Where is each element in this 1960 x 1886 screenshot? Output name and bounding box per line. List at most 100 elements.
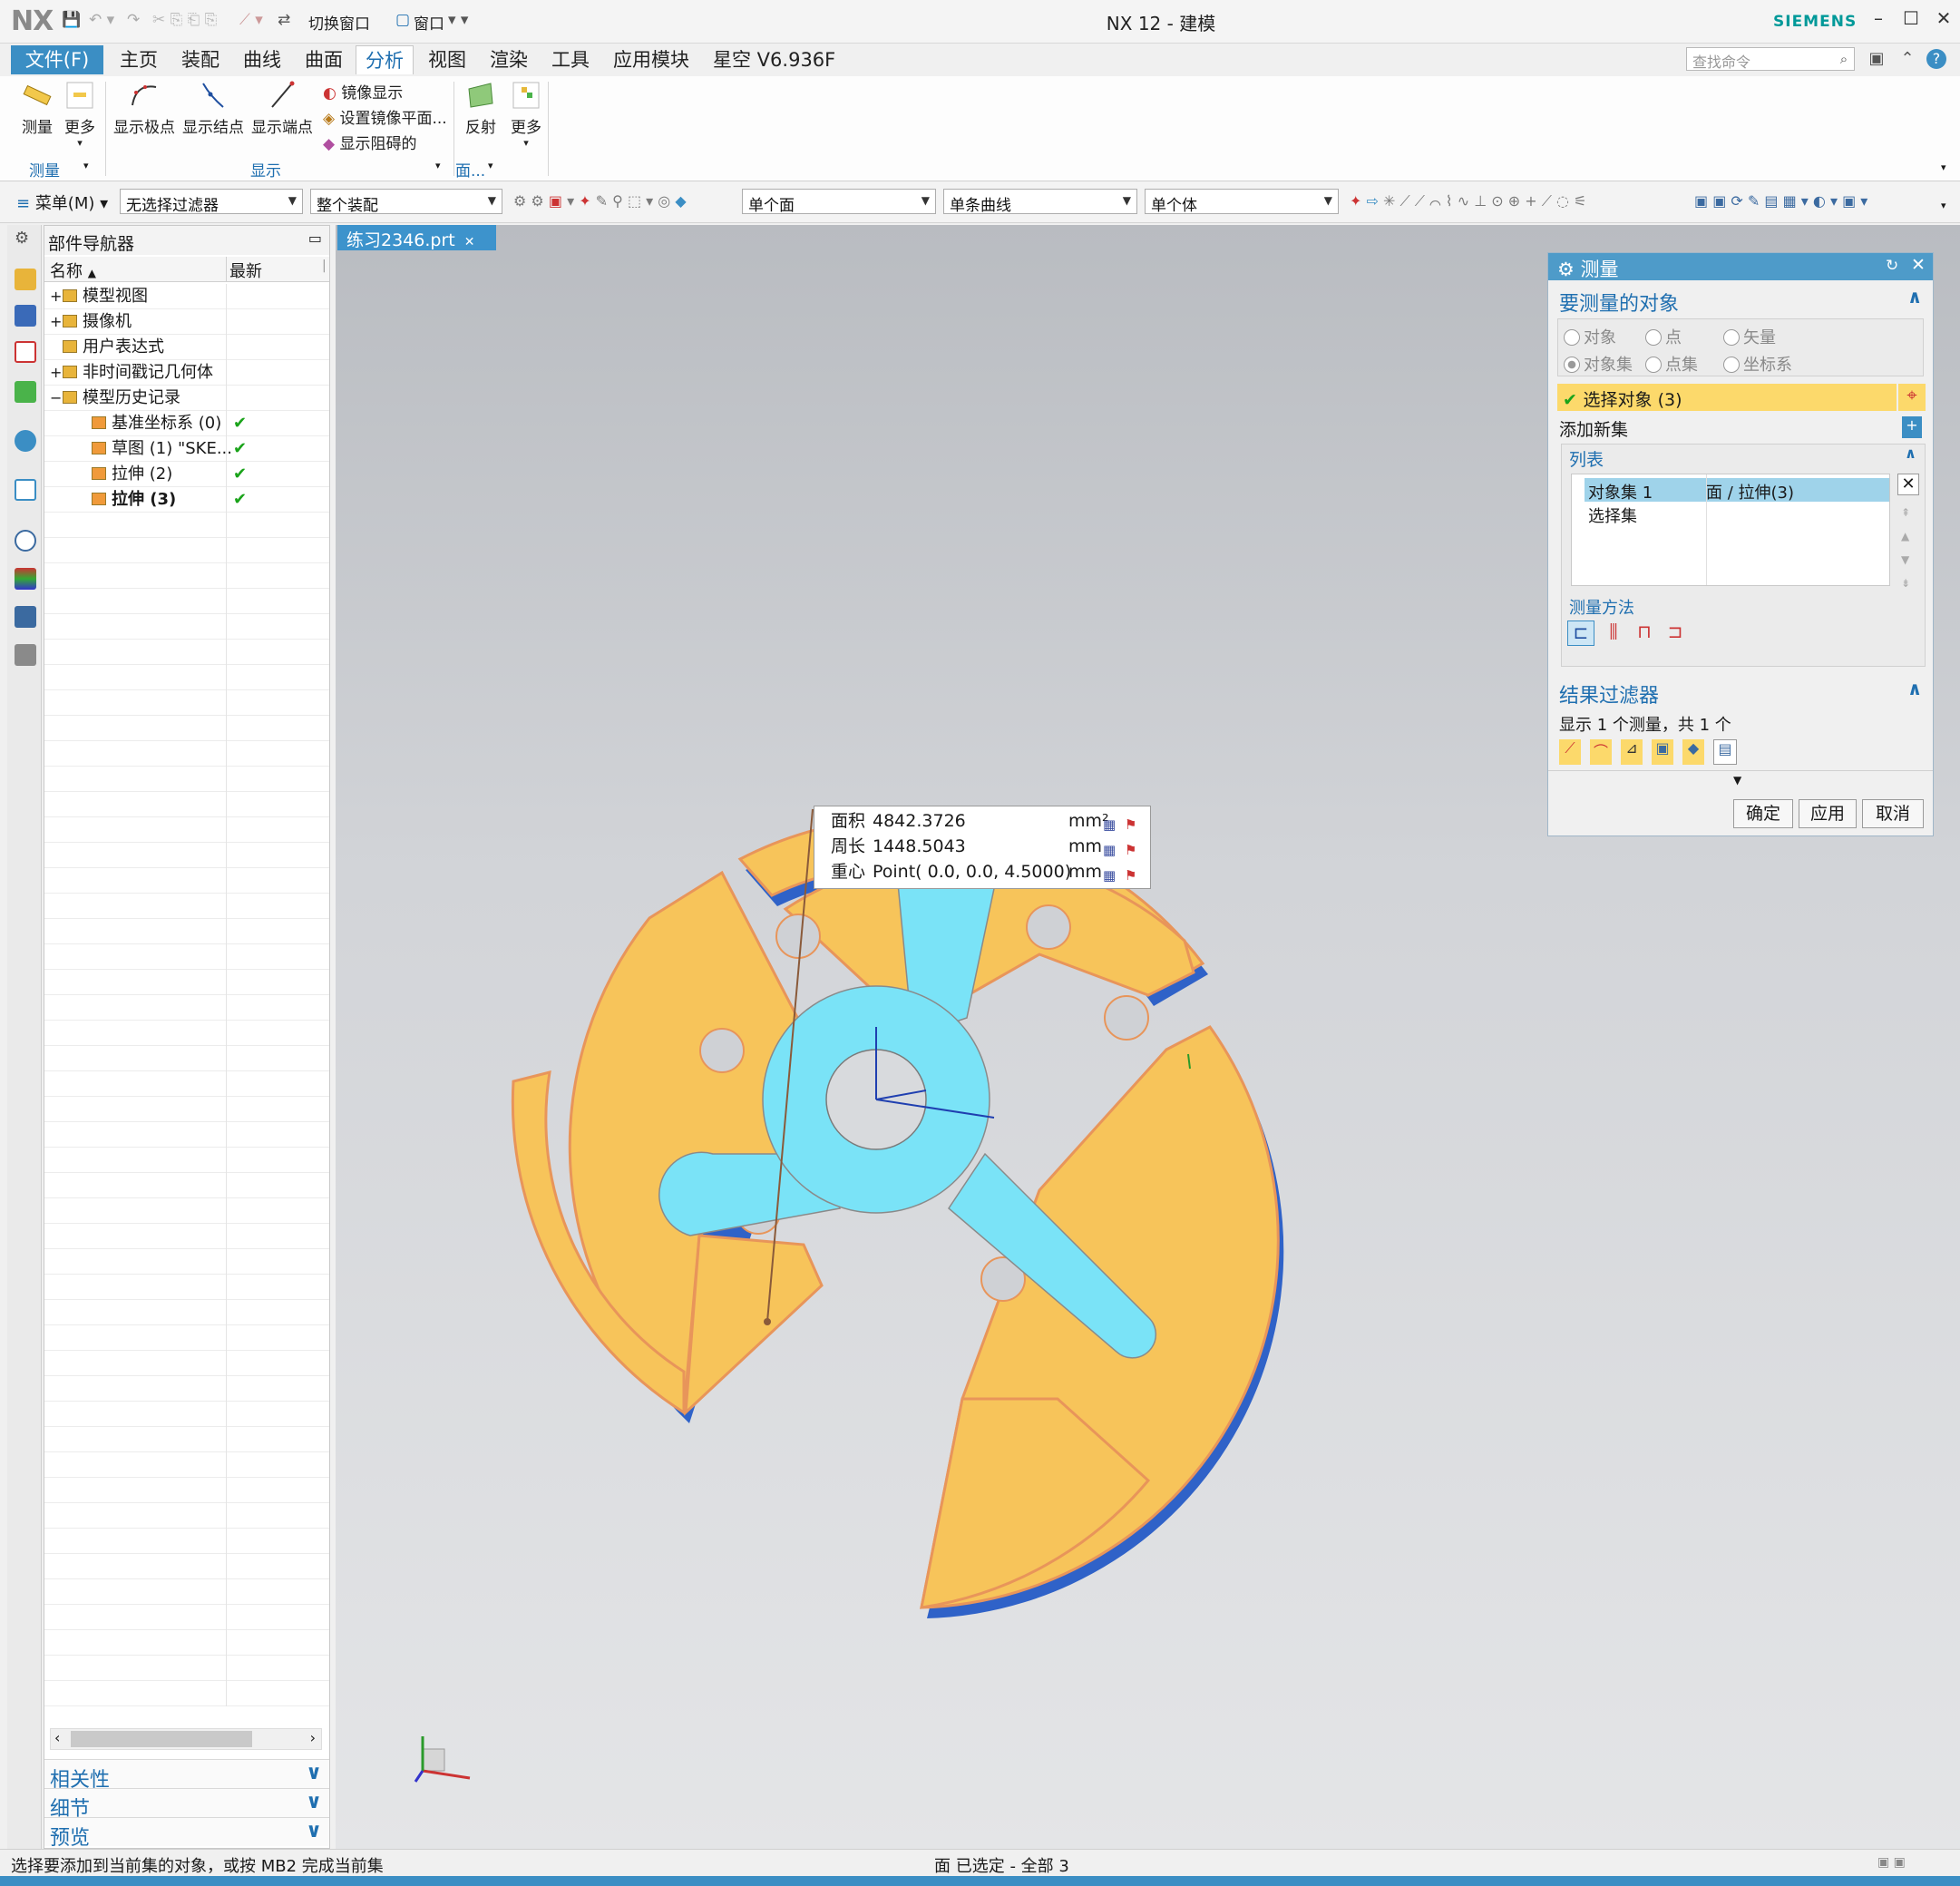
column-name-header[interactable]: 名称 ▲ [50, 259, 96, 282]
radio-point[interactable]: 点 [1645, 325, 1682, 348]
chevron-left-icon[interactable]: ‹ [54, 1729, 60, 1746]
object-set-list[interactable]: 对象集 1 面 / 拉伸(3) 选择集 [1571, 474, 1890, 586]
body-rule-select[interactable]: 单个体 ▼ [1145, 189, 1339, 215]
minimize-button[interactable]: – [1865, 7, 1892, 29]
ribbon-expand-icon[interactable]: ▾ [1941, 161, 1946, 173]
file-menu[interactable]: 文件(F) [11, 45, 103, 74]
expand-toggle-icon[interactable]: + [50, 360, 62, 385]
add-set-icon[interactable]: + [1902, 416, 1922, 438]
tab-view[interactable]: 视图 [419, 45, 475, 74]
reflection-button[interactable]: 反射 [459, 80, 502, 137]
tab-render[interactable]: 渲染 [481, 45, 537, 74]
redo-icon[interactable]: ↷ [127, 11, 140, 29]
expand-toggle-icon[interactable]: + [50, 309, 62, 334]
chevron-down-icon[interactable]: ▾ [83, 160, 89, 171]
reorder-icons[interactable]: ⇞ ▲ ▼ ⇟ [1901, 501, 1910, 595]
window-icon[interactable]: ▢ [395, 11, 410, 29]
filter-curve-icon[interactable]: ⊿ [1621, 739, 1643, 765]
maximize-panel-icon[interactable]: ▭ [308, 230, 322, 247]
constraint-navigator-icon[interactable] [15, 305, 36, 327]
tree-row[interactable]: − 模型历史记录 [44, 386, 329, 411]
tree-row[interactable]: 用户表达式 [44, 335, 329, 360]
pin-result-icon[interactable]: ⚑ ⚑ ⚑ [1125, 812, 1136, 888]
reuse-library-icon[interactable] [15, 381, 36, 403]
process-studio-icon[interactable] [15, 606, 36, 628]
apply-button[interactable]: 应用 [1799, 799, 1857, 828]
filter-angle-icon[interactable]: ⌒ [1590, 739, 1612, 765]
hd3d-tools-icon[interactable] [15, 430, 36, 452]
show-poles-button[interactable]: 显示极点 [111, 80, 178, 137]
part-model[interactable] [511, 808, 1284, 1618]
panel-details[interactable]: 细节 ∨ [44, 1788, 329, 1821]
snap-point-icons[interactable]: ✦ ⇨ ✳ ⟋ ⟋ ⌒ ⌇ ∿ ⊥ ⊙ ⊕ + ⟋ ◌ ⚟ [1350, 192, 1586, 210]
radio-csys[interactable]: 坐标系 [1723, 352, 1792, 376]
method-distance-icon[interactable]: ⊐ [1662, 621, 1689, 646]
command-search-input[interactable]: 查找命令 [1686, 47, 1855, 71]
show-knots-button[interactable]: 显示结点 [180, 80, 247, 137]
show-endpoints-button[interactable]: 显示端点 [249, 80, 316, 137]
list-row-selection-set[interactable]: 选择集 [1588, 503, 1637, 527]
part-navigator-icon[interactable] [15, 341, 36, 363]
help-icon[interactable]: ? [1926, 49, 1946, 69]
save-icon[interactable]: 💾 [62, 11, 81, 29]
gear-icon[interactable]: ⚙ [15, 229, 29, 248]
view-tool-icons[interactable]: ▣ ▣ ⟳ ✎ ▤ ▦ ▾ ◐ ▾ ▣ ▾ [1694, 192, 1867, 210]
undo-icon[interactable]: ↶ ▾ [89, 11, 114, 29]
panel-dependencies[interactable]: 相关性 ∨ [44, 1759, 329, 1792]
tab-assembly[interactable]: 装配 [172, 45, 229, 74]
expand-toggle-icon[interactable]: − [50, 386, 62, 410]
measure-button[interactable]: 测量 [15, 80, 60, 137]
select-objects-row[interactable]: ✔ 选择对象 (3) [1557, 384, 1897, 411]
radio-vector[interactable]: 矢量 [1723, 325, 1776, 348]
tree-row[interactable]: 拉伸 (2) ✔ [44, 462, 329, 487]
tab-applications[interactable]: 应用模块 [604, 45, 698, 74]
tree-row[interactable]: + 非时间戳记几何体 [44, 360, 329, 386]
reset-icon[interactable]: ↻ [1886, 257, 1898, 275]
chevron-down-icon[interactable]: ▾ [435, 160, 441, 171]
chevron-right-icon[interactable]: › [310, 1729, 316, 1746]
horizontal-scrollbar[interactable]: ‹ › [50, 1728, 322, 1750]
type-filter-select[interactable]: 无选择过滤器 ▼ [120, 189, 303, 215]
radio-object-set[interactable]: 对象集 [1564, 352, 1633, 376]
method-length-icon[interactable]: ⫼ [1600, 621, 1627, 646]
method-face-icon[interactable]: ⊏ [1567, 621, 1594, 646]
measure-quick-icon[interactable]: ⟋ ▾ [239, 11, 263, 29]
filter-body-icon[interactable]: ◆ [1682, 739, 1704, 765]
tab-curve[interactable]: 曲线 [234, 45, 290, 74]
chevron-down-icon[interactable]: ▼ [1733, 774, 1741, 787]
gear-icon[interactable]: ⚙ [1557, 259, 1581, 280]
show-blocked-button[interactable]: ◆ 显示阻碍的 [323, 131, 416, 153]
switch-window-icon[interactable]: ⇄ [278, 11, 290, 29]
ribbon-options-icon[interactable]: ▣ [1865, 49, 1888, 71]
roles-icon[interactable] [15, 644, 36, 666]
selection-tool-icons[interactable]: ⚙ ⚙ ▣ ▾ ✦ ✎ ⚲ ⬚ ▾ ◎ ◆ [513, 192, 687, 210]
filter-distance-icon[interactable]: ⟋ [1559, 739, 1581, 765]
web-browser-icon[interactable] [15, 479, 36, 501]
collapse-filter-icon[interactable]: ∧ [1907, 678, 1922, 699]
window-menu-button[interactable]: 窗口 [414, 11, 444, 34]
assembly-navigator-icon[interactable] [15, 269, 36, 290]
panel-preview[interactable]: 预览 ∨ [44, 1817, 329, 1850]
set-mirror-plane-button[interactable]: ◈ 设置镜像平面... [323, 105, 447, 128]
switch-window-button[interactable]: 切换窗口 [308, 11, 370, 34]
scroll-thumb[interactable] [71, 1731, 252, 1747]
document-tab[interactable]: 练习2346.prt ✕ [337, 225, 496, 250]
tree-row[interactable]: 草图 (1) "SKE... ✔ [44, 436, 329, 462]
cut-icon[interactable]: ✂ ⎘ ⎗ ⎘ [152, 11, 217, 29]
measure-more-button[interactable]: 更多 ▾ [60, 80, 100, 149]
cancel-button[interactable]: 取消 [1862, 799, 1924, 828]
face-rule-select[interactable]: 单个面 ▼ [742, 189, 936, 215]
copy-value-icon[interactable]: ▦ ▦ ▦ [1103, 812, 1116, 888]
search-icon[interactable]: ⌕ [1832, 51, 1856, 73]
history-icon[interactable] [15, 530, 36, 552]
assembly-scope-select[interactable]: 整个装配 ▼ [310, 189, 502, 215]
chevron-down-icon[interactable]: ▾ [488, 160, 493, 171]
expand-toggle-icon[interactable]: + [50, 284, 62, 308]
filter-face-icon[interactable]: ▣ [1652, 739, 1673, 765]
collapse-list-icon[interactable]: ∧ [1905, 445, 1916, 462]
tab-xingkong[interactable]: 星空 V6.936F [704, 45, 844, 74]
curve-rule-select[interactable]: 单条曲线 ▼ [943, 189, 1137, 215]
radio-point-set[interactable]: 点集 [1645, 352, 1698, 376]
column-latest-header[interactable]: 最新 [229, 259, 262, 282]
menu-button[interactable]: ≡ 菜单(M) ▾ [16, 191, 108, 214]
